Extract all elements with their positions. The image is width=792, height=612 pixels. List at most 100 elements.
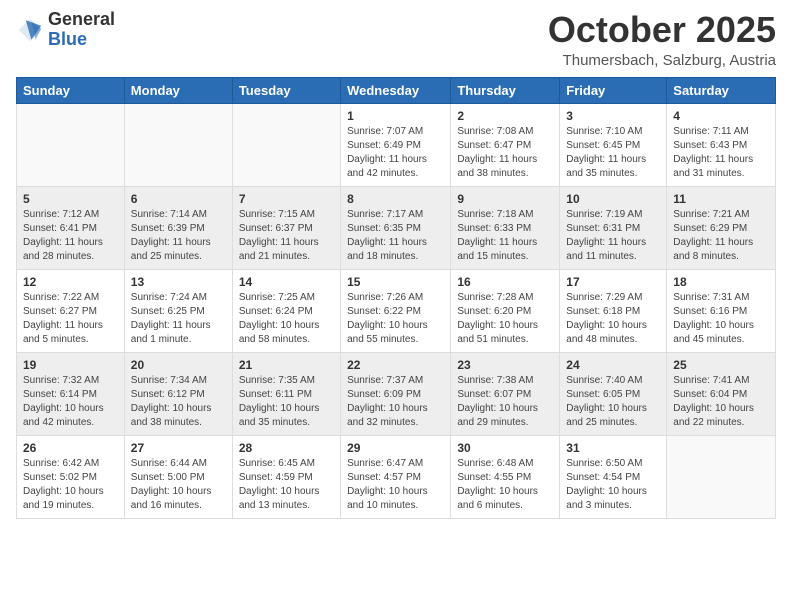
logo-blue: Blue xyxy=(48,29,87,49)
calendar-row-0: 1 Sunrise: 7:07 AMSunset: 6:49 PMDaylight… xyxy=(17,103,776,186)
day-number: 29 xyxy=(347,441,444,455)
day-number: 7 xyxy=(239,192,334,206)
table-row: 26 Sunrise: 6:42 AMSunset: 5:02 PMDayligh… xyxy=(17,435,125,518)
day-info: Sunrise: 7:12 AMSunset: 6:41 PMDaylight:… xyxy=(23,208,118,264)
day-info: Sunrise: 7:32 AMSunset: 6:14 PMDaylight:… xyxy=(23,374,118,430)
day-number: 24 xyxy=(566,358,660,372)
calendar-row-1: 5 Sunrise: 7:12 AMSunset: 6:41 PMDaylight… xyxy=(17,186,776,269)
day-number: 8 xyxy=(347,192,444,206)
table-row: 15Sunrise: 7:26 AMSunset: 6:22 PMDayligh… xyxy=(341,269,451,352)
day-info: Sunrise: 7:28 AMSunset: 6:20 PMDaylight:… xyxy=(457,291,553,347)
day-number: 30 xyxy=(457,441,553,455)
header: General Blue October 2025 Thumersbach, S… xyxy=(16,10,776,69)
table-row: 8 Sunrise: 7:17 AMSunset: 6:35 PMDaylight… xyxy=(341,186,451,269)
day-info: Sunrise: 7:08 AMSunset: 6:47 PMDaylight:… xyxy=(457,125,553,181)
day-info: Sunrise: 6:47 AMSunset: 4:57 PMDaylight:… xyxy=(347,457,444,513)
table-row: 24 Sunrise: 7:40 AMSunset: 6:05 PMDayligh… xyxy=(560,352,667,435)
table-row: 25 Sunrise: 7:41 AMSunset: 6:04 PMDayligh… xyxy=(667,352,776,435)
day-number: 2 xyxy=(457,109,553,123)
col-thursday: Thursday xyxy=(451,77,560,103)
day-number: 15 xyxy=(347,275,444,289)
table-row: 27 Sunrise: 6:44 AMSunset: 5:00 PMDayligh… xyxy=(124,435,232,518)
day-number: 23 xyxy=(457,358,553,372)
logo-general: General xyxy=(48,9,115,29)
col-wednesday: Wednesday xyxy=(341,77,451,103)
day-info: Sunrise: 7:17 AMSunset: 6:35 PMDaylight:… xyxy=(347,208,444,264)
table-row: 5 Sunrise: 7:12 AMSunset: 6:41 PMDaylight… xyxy=(17,186,125,269)
table-row: 9Sunrise: 7:18 AMSunset: 6:33 PMDaylight… xyxy=(451,186,560,269)
day-number: 26 xyxy=(23,441,118,455)
day-number: 6 xyxy=(131,192,226,206)
day-info: Sunrise: 7:31 AMSunset: 6:16 PMDaylight:… xyxy=(673,291,769,347)
day-number: 28 xyxy=(239,441,334,455)
day-number: 11 xyxy=(673,192,769,206)
table-row: 31Sunrise: 6:50 AMSunset: 4:54 PMDayligh… xyxy=(560,435,667,518)
table-row: 12 Sunrise: 7:22 AMSunset: 6:27 PMDayligh… xyxy=(17,269,125,352)
day-info: Sunrise: 6:42 AMSunset: 5:02 PMDaylight:… xyxy=(23,457,118,513)
day-info: Sunrise: 7:07 AMSunset: 6:49 PMDaylight:… xyxy=(347,125,444,181)
subtitle: Thumersbach, Salzburg, Austria xyxy=(548,52,776,69)
day-number: 16 xyxy=(457,275,553,289)
day-info: Sunrise: 7:14 AMSunset: 6:39 PMDaylight:… xyxy=(131,208,226,264)
table-row: 22 Sunrise: 7:37 AMSunset: 6:09 PMDayligh… xyxy=(341,352,451,435)
logo: General Blue xyxy=(16,10,115,50)
day-info: Sunrise: 7:41 AMSunset: 6:04 PMDaylight:… xyxy=(673,374,769,430)
table-row: 10 Sunrise: 7:19 AMSunset: 6:31 PMDayligh… xyxy=(560,186,667,269)
table-row: 23 Sunrise: 7:38 AMSunset: 6:07 PMDayligh… xyxy=(451,352,560,435)
day-info: Sunrise: 7:22 AMSunset: 6:27 PMDaylight:… xyxy=(23,291,118,347)
table-row: 20 Sunrise: 7:34 AMSunset: 6:12 PMDayligh… xyxy=(124,352,232,435)
table-row: 29 Sunrise: 6:47 AMSunset: 4:57 PMDayligh… xyxy=(341,435,451,518)
day-number: 4 xyxy=(673,109,769,123)
day-info: Sunrise: 6:48 AMSunset: 4:55 PMDaylight:… xyxy=(457,457,553,513)
day-number: 20 xyxy=(131,358,226,372)
table-row: 16 Sunrise: 7:28 AMSunset: 6:20 PMDayligh… xyxy=(451,269,560,352)
table-row: 2 Sunrise: 7:08 AMSunset: 6:47 PMDaylight… xyxy=(451,103,560,186)
table-row: 6 Sunrise: 7:14 AMSunset: 6:39 PMDaylight… xyxy=(124,186,232,269)
day-info: Sunrise: 7:10 AMSunset: 6:45 PMDaylight:… xyxy=(566,125,660,181)
day-info: Sunrise: 7:40 AMSunset: 6:05 PMDaylight:… xyxy=(566,374,660,430)
day-number: 1 xyxy=(347,109,444,123)
day-number: 18 xyxy=(673,275,769,289)
day-info: Sunrise: 7:25 AMSunset: 6:24 PMDaylight:… xyxy=(239,291,334,347)
logo-icon xyxy=(16,16,44,44)
day-info: Sunrise: 7:38 AMSunset: 6:07 PMDaylight:… xyxy=(457,374,553,430)
table-row: 28Sunrise: 6:45 AMSunset: 4:59 PMDayligh… xyxy=(232,435,340,518)
day-number: 22 xyxy=(347,358,444,372)
table-row: 30 Sunrise: 6:48 AMSunset: 4:55 PMDayligh… xyxy=(451,435,560,518)
day-info: Sunrise: 7:34 AMSunset: 6:12 PMDaylight:… xyxy=(131,374,226,430)
day-number: 9 xyxy=(457,192,553,206)
day-number: 19 xyxy=(23,358,118,372)
table-row: 18 Sunrise: 7:31 AMSunset: 6:16 PMDayligh… xyxy=(667,269,776,352)
day-info: Sunrise: 7:37 AMSunset: 6:09 PMDaylight:… xyxy=(347,374,444,430)
table-row xyxy=(232,103,340,186)
day-info: Sunrise: 6:44 AMSunset: 5:00 PMDaylight:… xyxy=(131,457,226,513)
day-info: Sunrise: 6:50 AMSunset: 4:54 PMDaylight:… xyxy=(566,457,660,513)
day-number: 25 xyxy=(673,358,769,372)
day-info: Sunrise: 7:19 AMSunset: 6:31 PMDaylight:… xyxy=(566,208,660,264)
day-number: 27 xyxy=(131,441,226,455)
day-number: 5 xyxy=(23,192,118,206)
day-info: Sunrise: 7:11 AMSunset: 6:43 PMDaylight:… xyxy=(673,125,769,181)
table-row: 11 Sunrise: 7:21 AMSunset: 6:29 PMDayligh… xyxy=(667,186,776,269)
day-info: Sunrise: 7:29 AMSunset: 6:18 PMDaylight:… xyxy=(566,291,660,347)
table-row: 1 Sunrise: 7:07 AMSunset: 6:49 PMDaylight… xyxy=(341,103,451,186)
col-monday: Monday xyxy=(124,77,232,103)
day-number: 13 xyxy=(131,275,226,289)
day-number: 21 xyxy=(239,358,334,372)
day-number: 10 xyxy=(566,192,660,206)
page: General Blue October 2025 Thumersbach, S… xyxy=(0,0,792,612)
day-number: 17 xyxy=(566,275,660,289)
day-number: 12 xyxy=(23,275,118,289)
table-row: 17 Sunrise: 7:29 AMSunset: 6:18 PMDayligh… xyxy=(560,269,667,352)
table-row: 13Sunrise: 7:24 AMSunset: 6:25 PMDayligh… xyxy=(124,269,232,352)
table-row xyxy=(667,435,776,518)
table-row: 14 Sunrise: 7:25 AMSunset: 6:24 PMDayligh… xyxy=(232,269,340,352)
main-title: October 2025 xyxy=(548,10,776,50)
day-info: Sunrise: 7:21 AMSunset: 6:29 PMDaylight:… xyxy=(673,208,769,264)
calendar-header-row: Sunday Monday Tuesday Wednesday Thursday… xyxy=(17,77,776,103)
col-saturday: Saturday xyxy=(667,77,776,103)
calendar-row-4: 26 Sunrise: 6:42 AMSunset: 5:02 PMDayligh… xyxy=(17,435,776,518)
day-info: Sunrise: 7:35 AMSunset: 6:11 PMDaylight:… xyxy=(239,374,334,430)
day-number: 14 xyxy=(239,275,334,289)
table-row xyxy=(124,103,232,186)
